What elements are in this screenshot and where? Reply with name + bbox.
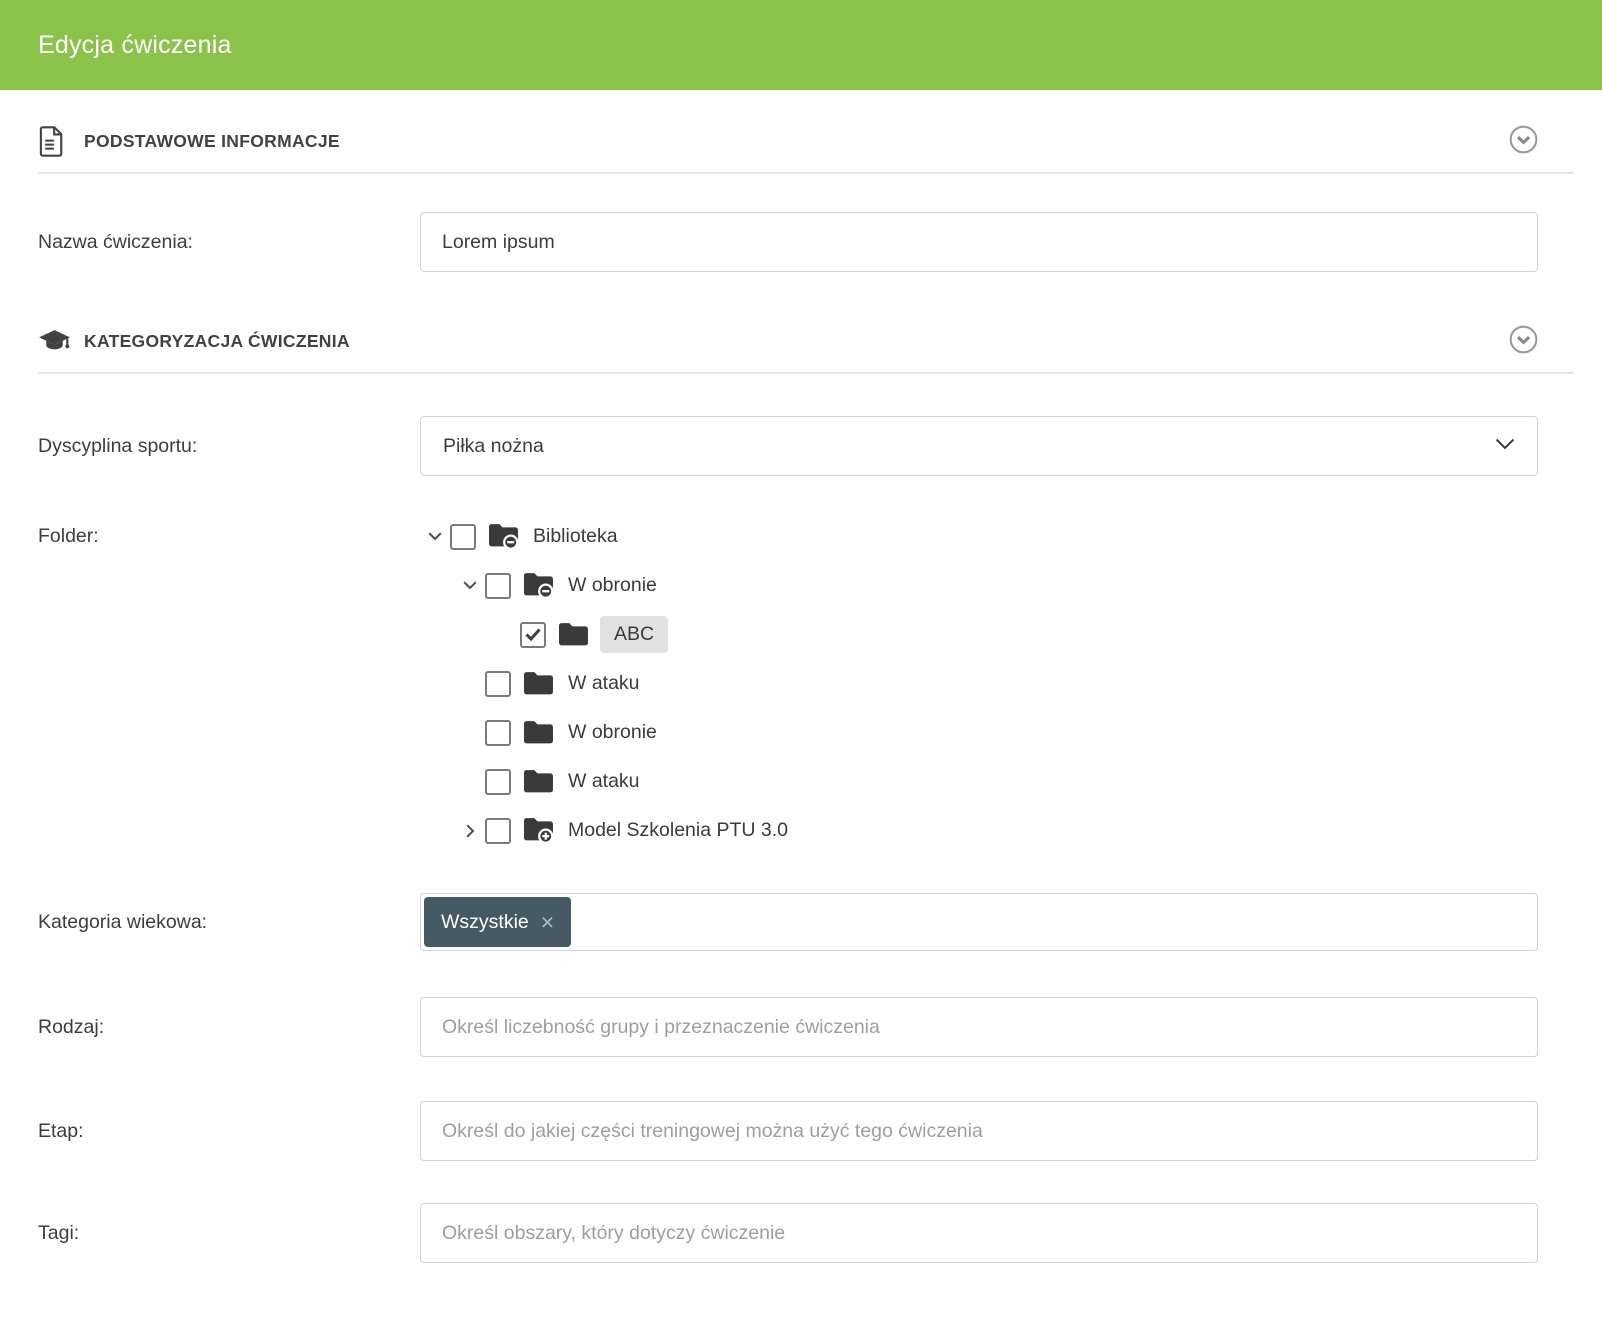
tree-row: W ataku	[420, 757, 1538, 806]
chevron-down-circle-icon	[1509, 125, 1538, 157]
tree-item-label[interactable]: W ataku	[568, 672, 640, 695]
stage-input[interactable]	[420, 1101, 1538, 1161]
tree-checkbox[interactable]	[485, 720, 511, 746]
tree-item-label[interactable]: Biblioteka	[533, 525, 618, 548]
field-row-tags: Tagi:	[38, 1203, 1573, 1263]
graduation-cap-icon	[38, 327, 72, 356]
tree-item-label-selected[interactable]: ABC	[600, 616, 668, 653]
field-row-stage: Etap:	[38, 1101, 1573, 1161]
discipline-select[interactable]: Piłka nożna	[420, 416, 1538, 476]
field-row-name: Nazwa ćwiczenia:	[38, 212, 1573, 272]
field-row-discipline: Dyscyplina sportu: Piłka nożna	[38, 416, 1573, 476]
section-categorization: KATEGORYZACJA ĆWICZENIA	[38, 310, 1573, 374]
document-icon	[38, 126, 72, 157]
tree-item-label[interactable]: Model Szkolenia PTU 3.0	[568, 819, 788, 842]
tree-item-label[interactable]: W ataku	[568, 770, 640, 793]
age-category-multiselect[interactable]: Wszystkie ×	[420, 893, 1538, 951]
tree-row: ABC	[420, 610, 1538, 659]
kind-label: Rodzaj:	[38, 1016, 420, 1039]
tree-expander-placeholder	[455, 769, 485, 795]
age-category-label: Kategoria wiekowa:	[38, 911, 420, 934]
section-categorization-title: KATEGORYZACJA ĆWICZENIA	[84, 331, 350, 352]
section-basic-collapse-button[interactable]	[1509, 127, 1538, 156]
folder-icon	[524, 720, 554, 745]
field-row-age-category: Kategoria wiekowa: Wszystkie ×	[38, 893, 1573, 951]
age-category-chip: Wszystkie ×	[424, 897, 571, 947]
tree-checkbox[interactable]	[485, 818, 511, 844]
tree-row: W obronie	[420, 561, 1538, 610]
folder-label: Folder:	[38, 512, 420, 561]
discipline-label: Dyscyplina sportu:	[38, 435, 420, 458]
section-categorization-collapse-button[interactable]	[1509, 327, 1538, 356]
folder-icon	[524, 769, 554, 794]
tree-checkbox-checked[interactable]	[520, 622, 546, 648]
folder-minus-icon	[489, 523, 519, 550]
chevron-down-icon[interactable]	[455, 573, 485, 599]
name-label: Nazwa ćwiczenia:	[38, 231, 420, 254]
folder-icon	[524, 671, 554, 696]
chevron-down-icon	[1495, 437, 1515, 455]
tree-item-label[interactable]: W obronie	[568, 721, 657, 744]
section-basic-info: PODSTAWOWE INFORMACJE	[38, 110, 1573, 174]
tree-expander-placeholder	[490, 622, 520, 648]
tree-row: W obronie	[420, 708, 1538, 757]
tree-expander-placeholder	[455, 720, 485, 746]
tree-row: Biblioteka	[420, 512, 1538, 561]
tags-input[interactable]	[420, 1203, 1538, 1263]
tree-expander-placeholder	[455, 671, 485, 697]
form-content: PODSTAWOWE INFORMACJE Nazwa ćwiczenia:	[0, 110, 1602, 1263]
chevron-down-icon[interactable]	[420, 524, 450, 550]
tags-label: Tagi:	[38, 1222, 420, 1245]
tree-checkbox[interactable]	[450, 524, 476, 550]
tree-checkbox[interactable]	[485, 573, 511, 599]
name-input[interactable]	[420, 212, 1538, 272]
chevron-down-circle-icon	[1509, 325, 1538, 357]
chevron-right-icon[interactable]	[455, 818, 485, 844]
tree-row: W ataku	[420, 659, 1538, 708]
tree-item-label[interactable]: W obronie	[568, 574, 657, 597]
kind-input[interactable]	[420, 997, 1538, 1057]
folder-tree: Biblioteka W obronie	[420, 512, 1538, 855]
stage-label: Etap:	[38, 1120, 420, 1143]
tree-checkbox[interactable]	[485, 769, 511, 795]
field-row-kind: Rodzaj:	[38, 997, 1573, 1057]
folder-minus-icon	[524, 572, 554, 599]
folder-icon	[559, 622, 589, 647]
tree-row: Model Szkolenia PTU 3.0	[420, 806, 1538, 855]
field-row-folder: Folder: Biblioteka	[38, 512, 1573, 855]
tree-checkbox[interactable]	[485, 671, 511, 697]
close-icon[interactable]: ×	[541, 911, 554, 934]
page-title: Edycja ćwiczenia	[38, 31, 232, 60]
section-basic-info-title: PODSTAWOWE INFORMACJE	[84, 131, 340, 152]
discipline-selected-value: Piłka nożna	[443, 435, 544, 458]
page-header: Edycja ćwiczenia	[0, 0, 1602, 90]
chip-label: Wszystkie	[441, 911, 529, 934]
folder-plus-icon	[524, 817, 554, 844]
